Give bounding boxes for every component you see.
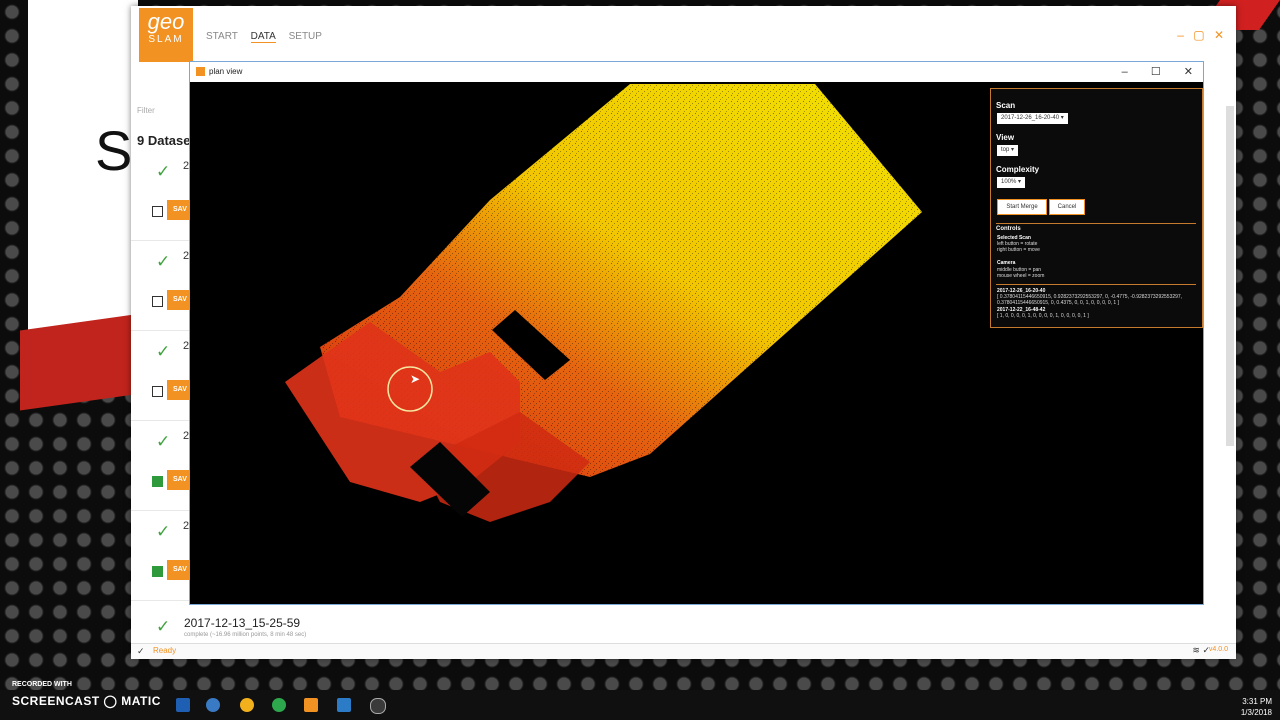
- view-select[interactable]: top ▾: [997, 145, 1019, 156]
- dataset-row[interactable]: ✓ 2017-12-13_15-25-59 complete (~16.96 m…: [131, 613, 1216, 643]
- scrollbar[interactable]: [1226, 106, 1234, 446]
- select-checkbox[interactable]: [152, 386, 163, 397]
- view-select-value: top: [1001, 147, 1010, 153]
- status-text: Ready: [153, 646, 177, 655]
- mouse-cursor-icon: ➤: [410, 372, 421, 386]
- dataset-name: 2017-12-13_15-25-59: [184, 616, 301, 630]
- geoslam-logo: geo SLAM: [139, 8, 193, 62]
- screencast-brand: SCREENCAST ◯ MATIC: [12, 694, 161, 708]
- dataset-row[interactable]: ✓ 2 SAV: [131, 514, 191, 601]
- window-controls: – ▢ ✕: [1171, 28, 1224, 42]
- dataset-row[interactable]: ✓ 2 SAV: [131, 424, 191, 511]
- cancel-button[interactable]: Cancel: [1049, 199, 1085, 215]
- complete-check-icon: ✓: [156, 342, 171, 361]
- dataset-row[interactable]: ✓ 2 SAV: [131, 334, 191, 421]
- globe-icon[interactable]: [206, 698, 220, 712]
- start-merge-button[interactable]: Start Merge: [997, 199, 1047, 215]
- scan-select[interactable]: 2017-12-26_16-20-40 ▾: [997, 113, 1068, 124]
- divider: [996, 223, 1196, 224]
- controls-heading: Controls: [996, 226, 1021, 232]
- app-icon[interactable]: [240, 698, 254, 712]
- search-icon[interactable]: [370, 698, 386, 714]
- dataset-row[interactable]: ✓ 2 SAV: [131, 244, 191, 331]
- close-button[interactable]: ✕: [1184, 66, 1193, 78]
- scan-label: Scan: [996, 101, 1016, 110]
- complexity-label: Complexity: [996, 165, 1040, 174]
- system-clock: 3:31 PM 1/3/2018: [1241, 696, 1272, 718]
- dataset-row[interactable]: ✓ 2 SAV: [131, 154, 191, 241]
- clock-date: 1/3/2018: [1240, 708, 1272, 717]
- complete-check-icon: ✓: [156, 522, 171, 541]
- nav-setup[interactable]: SETUP: [289, 31, 322, 42]
- wifi-icon: ≋: [1192, 645, 1200, 655]
- clock-time: 3:31 PM: [1242, 697, 1272, 706]
- status-check-icon: ✓: [137, 646, 145, 656]
- camera-heading: Camera: [997, 260, 1016, 266]
- save-button[interactable]: SAV: [167, 560, 189, 580]
- datasets-heading: 9 Datase: [137, 133, 191, 148]
- maximize-button[interactable]: ☐: [1151, 66, 1161, 78]
- save-button[interactable]: SAV: [167, 470, 189, 490]
- complete-check-icon: ✓: [156, 162, 171, 181]
- close-button[interactable]: ✕: [1214, 28, 1224, 42]
- minimize-button[interactable]: –: [1122, 66, 1128, 78]
- complexity-select[interactable]: 100% ▾: [997, 177, 1026, 188]
- save-button[interactable]: SAV: [167, 380, 189, 400]
- merge-panel: Scan 2017-12-26_16-20-40 ▾ View top ▾ Co…: [990, 88, 1203, 328]
- version-label: v4.0.0: [1208, 646, 1228, 653]
- chrome-icon[interactable]: [272, 698, 286, 712]
- point-cloud-viewport[interactable]: [190, 82, 990, 605]
- geoslam-taskbar-icon[interactable]: [304, 698, 318, 712]
- select-checkbox[interactable]: [152, 206, 163, 217]
- complete-check-icon: ✓: [156, 432, 171, 451]
- complete-check-icon: ✓: [156, 617, 171, 636]
- plan-view-window: plan view – ☐ ✕ ➤ Scan 2017-12-26_16-20-…: [189, 61, 1204, 605]
- complete-check-icon: ✓: [156, 252, 171, 271]
- taskbar: [0, 690, 1280, 720]
- status-bar: ✓ Ready ≋ ✓ v4.0.0: [131, 643, 1236, 659]
- main-nav: START DATA SETUP: [206, 31, 332, 43]
- page-heading-fragment: S: [95, 119, 133, 182]
- save-button[interactable]: SAV: [167, 200, 189, 220]
- logo-text-top: geo: [147, 9, 185, 34]
- app-icon: [196, 67, 205, 76]
- select-checkbox-checked[interactable]: [152, 566, 163, 577]
- mouse-wheel-help: mouse wheel = zoom: [997, 273, 1045, 279]
- outlook-icon[interactable]: [176, 698, 190, 712]
- app-icon[interactable]: [337, 698, 351, 712]
- scan-select-value: 2017-12-26_16-20-40: [1001, 115, 1060, 121]
- maximize-button[interactable]: ▢: [1193, 28, 1204, 42]
- divider: [996, 284, 1196, 285]
- filter-input[interactable]: Filter: [137, 106, 155, 115]
- dataset-status: complete (~16.96 million points, 8 min 4…: [184, 632, 307, 638]
- nav-start[interactable]: START: [206, 31, 238, 42]
- select-checkbox[interactable]: [152, 296, 163, 307]
- matrix-values: [ 0.37804115446650915, 0.928237329255329…: [997, 294, 1183, 306]
- nav-data[interactable]: DATA: [250, 31, 276, 43]
- save-button[interactable]: SAV: [167, 290, 189, 310]
- recorded-with-label: RECORDED WITH: [12, 681, 72, 688]
- right-button-help: right button = move: [997, 247, 1040, 253]
- select-checkbox-checked[interactable]: [152, 476, 163, 487]
- logo-text-bottom: SLAM: [148, 34, 184, 45]
- plan-view-titlebar[interactable]: plan view – ☐ ✕: [190, 62, 1203, 82]
- minimize-button[interactable]: –: [1177, 28, 1184, 42]
- matrix-values: [ 1, 0, 0, 0, 0, 1, 0, 0, 0, 0, 1, 0, 0,…: [997, 313, 1089, 319]
- status-icons: ≋ ✓: [1192, 645, 1210, 656]
- window-title: plan view: [209, 67, 243, 76]
- complexity-select-value: 100%: [1001, 179, 1017, 185]
- view-label: View: [996, 133, 1015, 142]
- window-controls: – ☐ ✕: [1102, 65, 1193, 78]
